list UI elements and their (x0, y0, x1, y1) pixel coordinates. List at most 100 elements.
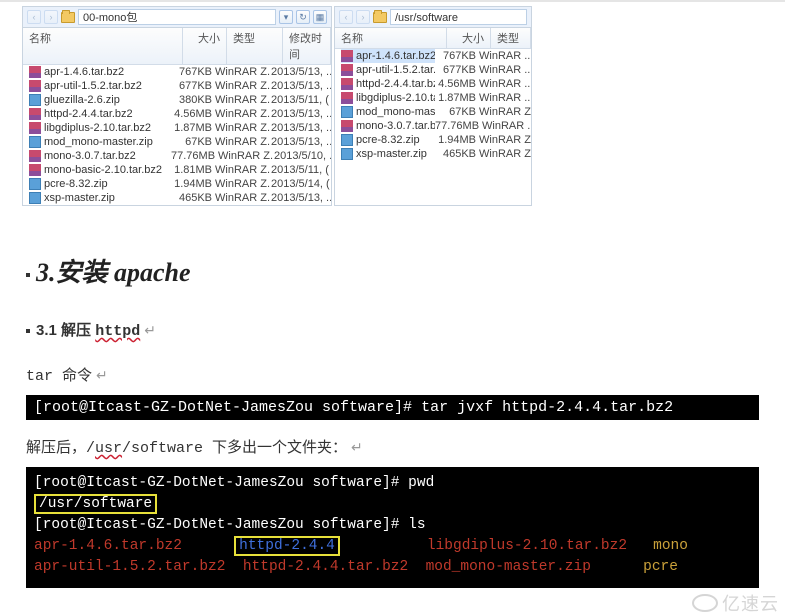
file-type: WinRAR ... (479, 63, 531, 77)
highlight-box: /usr/software (34, 494, 157, 514)
file-date: 2013/5/13, ... (271, 79, 331, 93)
file-type: WinRAR Z... (479, 147, 531, 161)
col-type[interactable]: 类型 (227, 28, 283, 64)
path-text-left[interactable]: 00-mono包 (78, 9, 276, 25)
file-size: 767KB (171, 65, 215, 79)
file-icon (29, 108, 41, 120)
col-name[interactable]: 名称 (23, 28, 183, 64)
return-mark: ↵ (96, 369, 108, 385)
nav-back-icon[interactable]: ‹ (339, 10, 353, 24)
term-text: [root@Itcast-GZ-DotNet-JamesZou software… (34, 399, 673, 416)
col-date[interactable]: 修改时间 (283, 28, 331, 64)
file-icon (29, 94, 41, 106)
file-type: WinRAR Z... (479, 105, 531, 119)
file-icon (341, 120, 353, 132)
file-icon (29, 136, 41, 148)
return-mark: ↵ (351, 441, 363, 457)
file-size: 1.87MB (435, 91, 479, 105)
file-date: 2013/5/13, ... (271, 107, 331, 121)
file-name: xsp-master.zip (341, 147, 435, 161)
file-size: 677KB (171, 79, 215, 93)
paragraph: tar 命令↵ (26, 364, 759, 385)
file-size: 67KB (171, 135, 215, 149)
term-line: [root@Itcast-GZ-DotNet-JamesZou software… (34, 473, 751, 494)
table-row[interactable]: xsp-master.zip465KBWinRAR Z... (335, 147, 531, 161)
article-body: 3.安装 apache 3.1 解压 httpd↵ tar 命令↵ [root@… (0, 206, 785, 612)
file-size: 465KB (435, 147, 479, 161)
table-row[interactable]: mod_mono-master....67KBWinRAR Z... (335, 105, 531, 119)
table-row[interactable]: httpd-2.4.4.tar.bz24.56MBWinRAR ... (335, 77, 531, 91)
para-text-usr: usr (95, 440, 122, 457)
file-date: 2013/5/13, ... (271, 65, 331, 79)
file-icon (29, 66, 41, 78)
file-date: 2013/5/10, ... (274, 149, 331, 163)
file-type: WinRAR Z... (215, 93, 271, 107)
terminal-line-1: [root@Itcast-GZ-DotNet-JamesZou software… (26, 395, 759, 420)
nav-fwd-icon[interactable]: › (44, 10, 58, 24)
table-row[interactable]: mono-basic-2.10.tar.bz21.81MBWinRAR Z...… (23, 163, 331, 177)
watermark-text: 亿速云 (722, 590, 779, 616)
table-row[interactable]: mod_mono-master.zip67KBWinRAR Z...2013/5… (23, 135, 331, 149)
file-name: httpd-2.4.4.tar.bz2 (341, 77, 435, 91)
file-name: libgdiplus-2.10.tar.bz2 (29, 121, 171, 135)
subheading-code: httpd (95, 323, 140, 340)
table-row[interactable]: apr-1.4.6.tar.bz2767KBWinRAR Z...2013/5/… (23, 65, 331, 79)
table-row[interactable]: pcre-8.32.zip1.94MBWinRAR Z... (335, 133, 531, 147)
table-row[interactable]: mono-3.0.7.tar.bz277.76MBWinRAR Z...2013… (23, 149, 331, 163)
file-name: mod_mono-master.... (341, 105, 435, 119)
file-date: 2013/5/13, ... (271, 121, 331, 135)
file-name: httpd-2.4.4.tar.bz2 (29, 107, 171, 121)
file-name: mod_mono-master.zip (29, 135, 171, 149)
nav-back-icon[interactable]: ‹ (27, 10, 41, 24)
file-manager-screenshot: ‹ › 00-mono包 ▾ ↻ ▦ 名称 大小 类型 修改时间 apr-1.4… (0, 0, 785, 206)
col-size[interactable]: 大小 (183, 28, 227, 64)
file-size: 767KB (435, 49, 479, 63)
file-name: pcre-8.32.zip (341, 133, 435, 147)
nav-fwd-icon[interactable]: › (356, 10, 370, 24)
col-type[interactable]: 类型 (491, 28, 531, 48)
folder-icon (373, 12, 387, 23)
table-row[interactable]: apr-util-1.5.2.tar.bz2677KBWinRAR ... (335, 63, 531, 77)
file-size: 1.94MB (171, 177, 215, 191)
table-row[interactable]: gluezilla-2.6.zip380KBWinRAR Z...2013/5/… (23, 93, 331, 107)
file-type: WinRAR Z... (215, 121, 271, 135)
file-name: apr-util-1.5.2.tar.bz2 (341, 63, 435, 77)
file-icon (341, 78, 353, 90)
file-type: WinRAR ... (482, 119, 531, 133)
file-icon (341, 148, 353, 160)
file-icon (29, 122, 41, 134)
table-row[interactable]: httpd-2.4.4.tar.bz24.56MBWinRAR Z...2013… (23, 107, 331, 121)
file-name: apr-util-1.5.2.tar.bz2 (29, 79, 171, 93)
table-row[interactable]: apr-util-1.5.2.tar.bz2677KBWinRAR Z...20… (23, 79, 331, 93)
file-size: 380KB (171, 93, 215, 107)
table-row[interactable]: apr-1.4.6.tar.bz2767KBWinRAR ... (335, 49, 531, 63)
view-icon[interactable]: ▦ (313, 10, 327, 24)
bullet-icon (26, 273, 30, 277)
dropdown-icon[interactable]: ▾ (279, 10, 293, 24)
column-header-right: 名称 大小 类型 (335, 28, 531, 49)
refresh-icon[interactable]: ↻ (296, 10, 310, 24)
file-red: httpd-2.4.4.tar.bz2 (243, 559, 408, 575)
file-type: WinRAR ... (479, 49, 531, 63)
col-size[interactable]: 大小 (447, 28, 491, 48)
table-row[interactable]: libgdiplus-2.10.tar.bz21.87MBWinRAR Z...… (23, 121, 331, 135)
file-name: mono-3.0.7.tar.bz2 (29, 149, 171, 163)
table-row[interactable]: mono-3.0.7.tar.bz277.76MBWinRAR ... (335, 119, 531, 133)
bullet-icon (26, 329, 30, 333)
file-name: libgdiplus-2.10.tar... (341, 91, 435, 105)
column-header-left: 名称 大小 类型 修改时间 (23, 28, 331, 65)
path-text-right[interactable]: /usr/software (390, 9, 527, 25)
table-row[interactable]: pcre-8.32.zip1.94MBWinRAR Z...2013/5/14,… (23, 177, 331, 191)
file-type: WinRAR Z... (215, 65, 271, 79)
table-row[interactable]: xsp-master.zip465KBWinRAR Z...2013/5/13,… (23, 191, 331, 205)
file-list-right: apr-1.4.6.tar.bz2767KBWinRAR ...apr-util… (335, 49, 531, 161)
path-bar-left: ‹ › 00-mono包 ▾ ↻ ▦ (23, 7, 331, 28)
col-name[interactable]: 名称 (335, 28, 447, 48)
file-size: 1.81MB (171, 163, 215, 177)
watermark: 亿速云 (692, 590, 779, 616)
file-type: WinRAR ... (479, 77, 531, 91)
file-icon (29, 178, 41, 190)
file-pane-left: ‹ › 00-mono包 ▾ ↻ ▦ 名称 大小 类型 修改时间 apr-1.4… (22, 6, 332, 206)
heading-level-3: 3.1 解压 httpd↵ (26, 319, 759, 340)
table-row[interactable]: libgdiplus-2.10.tar...1.87MBWinRAR ... (335, 91, 531, 105)
